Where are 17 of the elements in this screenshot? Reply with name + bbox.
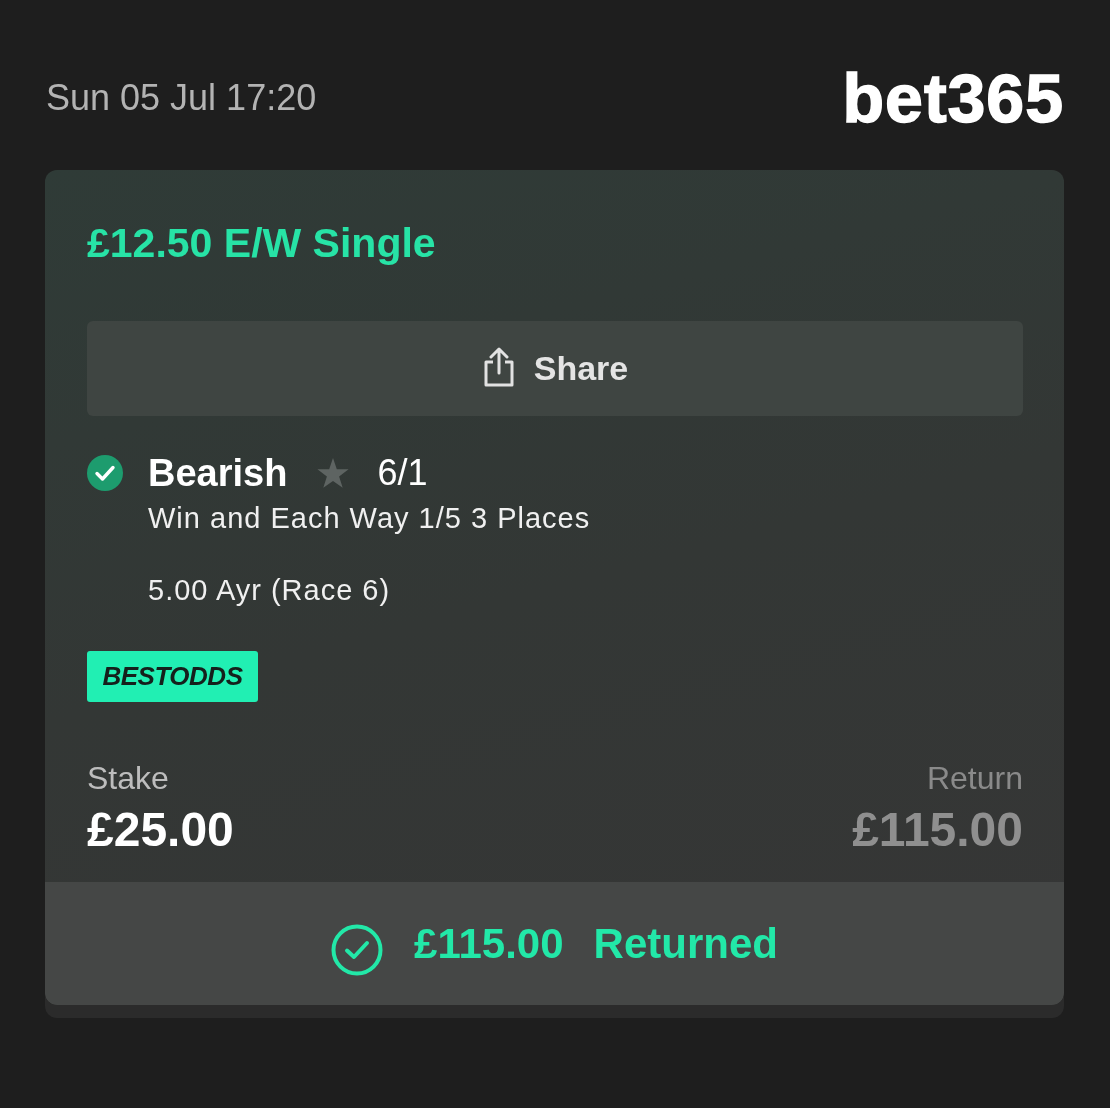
return-amount: £115.00 [852,803,1023,857]
selection-name: Bearish [148,451,288,495]
star-icon [317,457,350,489]
bet-title: £12.50 E/W Single [87,219,437,268]
logo: bet365 [842,70,1064,126]
market-text: Win and Each Way 1/5 3 Places [147,501,592,536]
stake-amount: £25.00 [87,803,234,857]
returned-label: Returned [593,919,778,968]
best-odds-badge: BESTODDS [87,651,258,702]
stake-label: Stake [87,759,169,797]
check-circle-icon [331,923,384,976]
returned-amount: £115.00 [414,919,564,968]
return-label: Return [926,759,1023,797]
date-time: Sun 05 Jul 17:20 [45,77,317,119]
event-text: 5.00 Ayr (Race 6) [147,573,392,608]
share-button[interactable]: Share [87,321,1023,416]
odds: 6/1 [377,452,428,494]
